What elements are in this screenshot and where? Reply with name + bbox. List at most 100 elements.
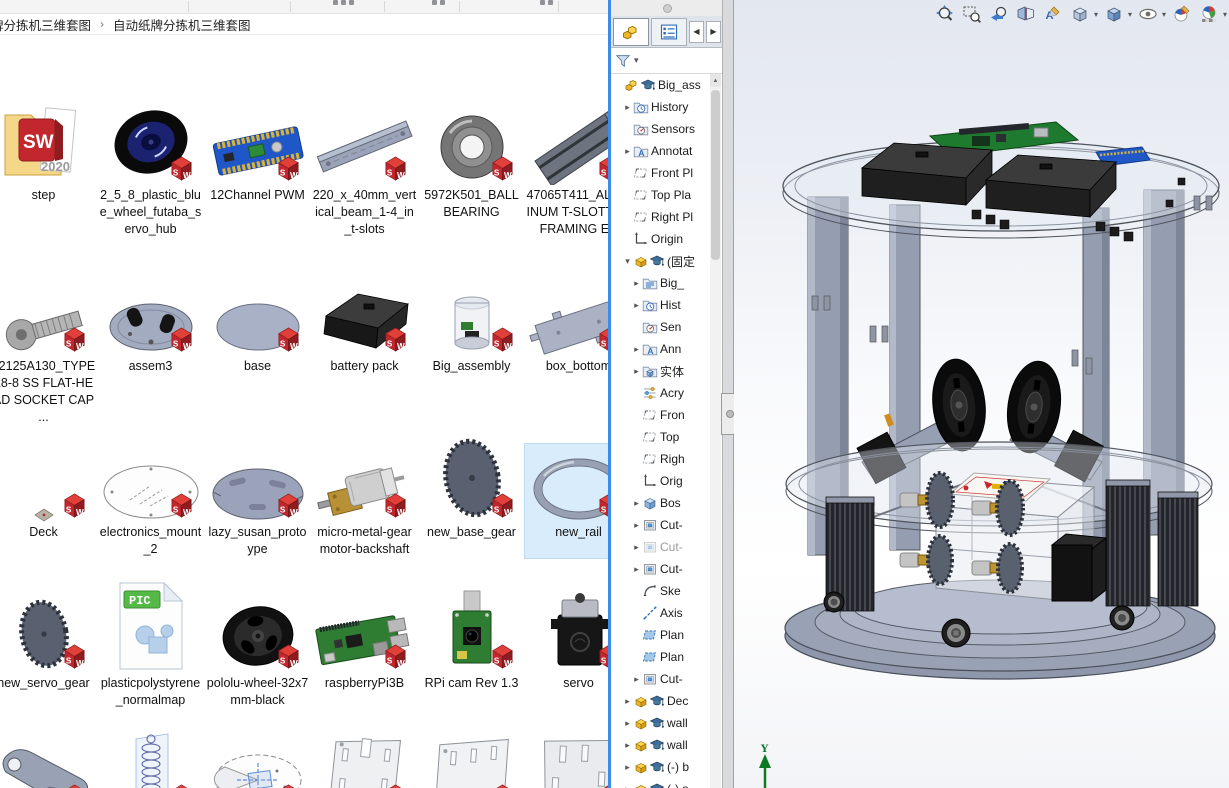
tree-item[interactable]: ▸ A Ann (611, 338, 710, 360)
file-item[interactable]: S W 92125A130_TYPE 18-8 SS FLAT-HEAD SOCKE… (0, 282, 97, 426)
tree-item[interactable]: ▸ Dec (611, 690, 710, 712)
tree-item[interactable]: Ske (611, 580, 710, 602)
tree-item[interactable]: ▸ A Annotat (611, 140, 710, 162)
expand-arrow-icon[interactable]: ▸ (631, 498, 642, 509)
tree-item[interactable]: Front Pl (611, 162, 710, 184)
file-item[interactable]: S W 12Channel PWM (204, 89, 311, 238)
tree-item[interactable]: Plan (611, 646, 710, 668)
dropdown-caret-icon[interactable]: ▾ (1128, 10, 1132, 19)
view-annotations-icon[interactable]: A (1042, 3, 1064, 25)
breadcrumb-parent[interactable]: 牌分拣机三维套图 (0, 15, 91, 34)
expand-arrow-icon[interactable]: ▸ (631, 520, 642, 531)
expand-arrow-icon[interactable]: ▸ (631, 300, 642, 311)
dropdown-caret-icon[interactable]: ▾ (1094, 10, 1098, 19)
expand-arrow-icon[interactable]: ▸ (622, 718, 633, 729)
file-item[interactable]: S Wnew_servo_gear (0, 575, 97, 709)
tree-item[interactable]: Sen (611, 316, 710, 338)
tree-item[interactable]: Plan (611, 624, 710, 646)
tab-featuremanager[interactable] (613, 17, 649, 46)
file-item[interactable]: SW 2020 step (0, 89, 97, 238)
file-item[interactable]: S Wbattery pack (311, 282, 418, 426)
tree-item[interactable]: ▸ Cut- (611, 514, 710, 536)
file-item[interactable]: SWwall long sid (525, 731, 608, 788)
file-item[interactable]: SWnew_rail (524, 443, 608, 559)
file-item[interactable]: SWSpring (97, 731, 204, 788)
file-item[interactable]: SWbox_bottom (525, 282, 608, 426)
tree-item[interactable]: Right Pl (611, 206, 710, 228)
file-item[interactable]: S Wmicro-metal-gearmotor-backshaft (311, 444, 418, 558)
file-item[interactable]: S W Deck (0, 444, 97, 558)
file-item[interactable]: SWwall front v02 (418, 731, 525, 788)
tree-item[interactable]: ▸ History (611, 96, 710, 118)
expand-arrow-icon[interactable]: ▸ (622, 762, 633, 773)
section-view-icon[interactable] (1015, 3, 1037, 25)
file-item[interactable]: SW47065T411_ALUMINUM T-SLOTTED FRAMING E… (525, 89, 608, 238)
expand-arrow-icon[interactable]: ▸ (622, 146, 633, 157)
file-item[interactable]: SWwall back (311, 731, 418, 788)
file-item[interactable]: S Wpololu-wheel-32x7mm-black (204, 575, 311, 709)
breadcrumb-current[interactable]: 自动纸牌分拣机三维套图 (113, 15, 251, 34)
tree-nav-forward-button[interactable]: ▶ (706, 20, 721, 43)
file-item[interactable]: S Welectronics_mount_2 (97, 444, 204, 558)
tree-item[interactable]: Acry (611, 382, 710, 404)
tree-filter[interactable]: ▾ (611, 48, 722, 74)
tree-item[interactable]: Orig (611, 470, 710, 492)
tree-item[interactable]: Sensors (611, 118, 710, 140)
tree-item[interactable]: Top (611, 426, 710, 448)
expand-arrow-icon[interactable]: ▸ (622, 740, 633, 751)
tree-item[interactable]: ▸ wall (611, 734, 710, 756)
hide-show-items-icon[interactable] (1137, 3, 1159, 25)
tree-item[interactable]: ▸ (-) b (611, 756, 710, 778)
file-item[interactable]: S WraspberryPi3B (311, 575, 418, 709)
tree-item[interactable]: ▸ wall (611, 712, 710, 734)
tree-item[interactable]: ▸ Cut- (611, 668, 710, 690)
file-item[interactable]: S W Big_assembly (418, 282, 525, 426)
edit-appearance-icon[interactable] (1171, 3, 1193, 25)
expand-arrow-icon[interactable]: ▸ (631, 344, 642, 355)
expand-arrow-icon[interactable]: ▸ (622, 696, 633, 707)
scroll-up-arrow-icon[interactable]: ▲ (710, 74, 721, 87)
tree-item[interactable]: ▾ (固定 (611, 250, 710, 272)
expand-arrow-icon[interactable]: ▸ (622, 102, 633, 113)
file-item[interactable]: S Wassem3 (97, 282, 204, 426)
expand-arrow-icon[interactable]: ▸ (631, 278, 642, 289)
panel-splitter-top[interactable] (611, 0, 722, 17)
zoom-to-fit-icon[interactable] (934, 3, 956, 25)
file-item[interactable]: S W 5972K501_BALL BEARING (418, 89, 525, 238)
file-item[interactable]: S W 220_x_40mm_vertical_beam_1-4_in_t-slot… (311, 89, 418, 238)
tree-item[interactable]: ▸ Cut- (611, 558, 710, 580)
tree-item[interactable]: ▸ Hist (611, 294, 710, 316)
display-style-icon[interactable] (1103, 3, 1125, 25)
file-item[interactable]: PIC plasticpolystyrene_normalmap (97, 575, 204, 709)
tree-item[interactable]: Righ (611, 448, 710, 470)
scrollbar-thumb[interactable] (711, 90, 720, 260)
dropdown-caret-icon[interactable]: ▾ (1223, 10, 1227, 19)
expand-arrow-icon[interactable]: ▸ (631, 366, 642, 377)
tree-item[interactable]: Big_ass (611, 74, 710, 96)
graphics-viewport[interactable]: A ▾ ▾ ▾ ▾ Y (734, 0, 1229, 788)
tab-display-pane[interactable] (651, 17, 687, 46)
tree-item[interactable]: ▸ (-) s (611, 778, 710, 788)
previous-view-icon[interactable] (988, 3, 1010, 25)
tree-item[interactable]: Fron (611, 404, 710, 426)
expand-arrow-icon[interactable]: ▸ (622, 784, 633, 788)
tree-item[interactable]: ▸ Big_ (611, 272, 710, 294)
file-item[interactable]: S Wnew_base_gear (418, 438, 525, 558)
expand-arrow-icon[interactable]: ▸ (631, 542, 642, 553)
file-item[interactable]: S W RPi cam Rev 1.3 (418, 575, 525, 709)
file-item[interactable]: SWservo to servo (0, 731, 97, 788)
file-item[interactable]: S Wlazy_susan_protoype (204, 444, 311, 558)
file-item[interactable]: SWTop Plate (204, 731, 311, 788)
tree-item[interactable]: ▸ 实体 (611, 360, 710, 382)
zoom-to-area-icon[interactable] (961, 3, 983, 25)
tree-item[interactable]: Origin (611, 228, 710, 250)
view-orientation-icon[interactable] (1069, 3, 1091, 25)
apply-scene-icon[interactable] (1198, 3, 1220, 25)
file-item[interactable]: S Wbase (204, 282, 311, 426)
tree-item[interactable]: ▸ Bos (611, 492, 710, 514)
tree-item[interactable]: ▸ Cut- (611, 536, 710, 558)
tree-item[interactable]: Axis (611, 602, 710, 624)
dropdown-caret-icon[interactable]: ▾ (1162, 10, 1166, 19)
tree-item[interactable]: Top Pla (611, 184, 710, 206)
tree-nav-back-button[interactable]: ◀ (689, 20, 704, 43)
